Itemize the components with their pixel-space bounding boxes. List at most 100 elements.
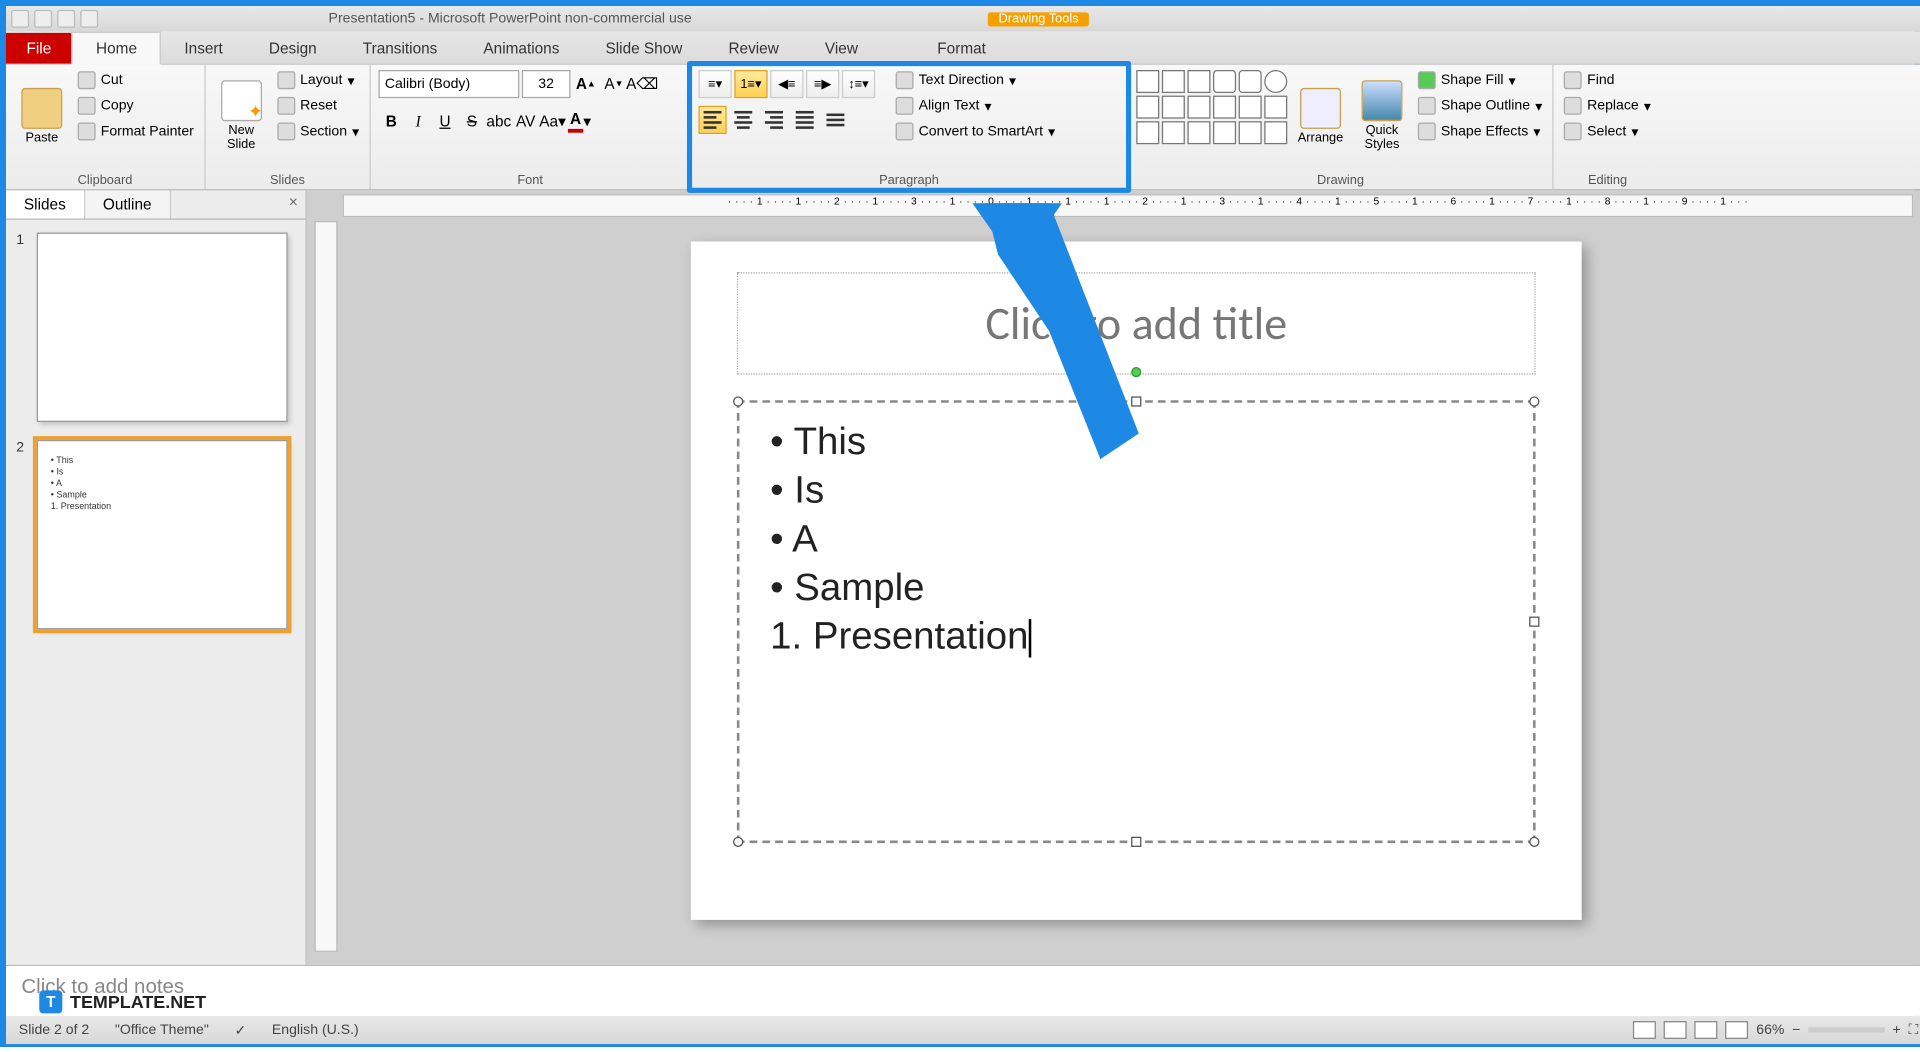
resize-handle[interactable]	[1529, 617, 1539, 627]
quick-styles-button[interactable]: Quick Styles	[1354, 70, 1410, 162]
text-direction-button[interactable]: Text Direction ▾	[893, 70, 1058, 90]
reading-view-button[interactable]	[1695, 1021, 1718, 1039]
animations-tab[interactable]: Animations	[460, 33, 582, 64]
format-painter-icon	[78, 122, 96, 140]
underline-button[interactable]: U	[432, 108, 458, 134]
slide-thumbnails: 1 2 • This • Is • A • Sample 1. Presenta…	[6, 220, 306, 660]
italic-button[interactable]: I	[405, 108, 431, 134]
line-spacing-button[interactable]: ↕≡▾	[842, 70, 875, 98]
reset-button[interactable]: Reset	[274, 96, 361, 116]
paragraph-group-label: Paragraph	[698, 171, 1119, 188]
notes-pane[interactable]: Click to add notes	[6, 965, 1920, 1016]
slide-editor[interactable]: ····1····1····2····1····3····1····0····1…	[307, 190, 1920, 964]
columns-button[interactable]	[821, 106, 849, 134]
insert-tab[interactable]: Insert	[161, 33, 246, 64]
thumb-row-1[interactable]: 1	[16, 233, 295, 422]
align-left-button[interactable]	[698, 106, 726, 134]
numbering-button[interactable]: 1≡▾	[734, 70, 767, 98]
outline-tab[interactable]: Outline	[85, 190, 171, 218]
zoom-out-button[interactable]: −	[1792, 1022, 1800, 1037]
resize-handle[interactable]	[1131, 837, 1141, 847]
slide-canvas[interactable]: Click to add title This Is A Sample Pres…	[691, 242, 1582, 920]
align-text-button[interactable]: Align Text ▾	[893, 96, 1058, 116]
section-button[interactable]: Section ▾	[274, 121, 361, 141]
view-tab[interactable]: View	[802, 33, 881, 64]
rotation-handle[interactable]	[1131, 367, 1141, 377]
slide-thumb-1[interactable]	[37, 233, 288, 422]
slideshow-view-button[interactable]	[1726, 1021, 1749, 1039]
fit-button[interactable]: ⛶	[1908, 1022, 1918, 1039]
shadow-button[interactable]: abc	[486, 108, 512, 134]
save-icon[interactable]	[34, 10, 52, 28]
align-right-button[interactable]	[760, 106, 788, 134]
bullet-item[interactable]: This	[770, 421, 1502, 465]
undo-icon[interactable]	[57, 10, 75, 28]
format-painter-button[interactable]: Format Painter	[75, 121, 196, 141]
sorter-view-button[interactable]	[1664, 1021, 1687, 1039]
content-placeholder[interactable]: This Is A Sample Presentation	[737, 400, 1536, 843]
align-center-button[interactable]	[729, 106, 757, 134]
char-spacing-button[interactable]: AV	[513, 108, 539, 134]
slideshow-tab[interactable]: Slide Show	[582, 33, 705, 64]
layout-button[interactable]: Layout ▾	[274, 70, 361, 90]
cut-button[interactable]: Cut	[75, 70, 196, 90]
resize-handle[interactable]	[1529, 837, 1539, 847]
slides-tab[interactable]: Slides	[6, 190, 85, 218]
font-name-select[interactable]	[378, 70, 519, 98]
shape-outline-button[interactable]: Shape Outline ▾	[1415, 96, 1545, 116]
numbered-item[interactable]: Presentation	[770, 615, 1502, 659]
align-justify-button[interactable]	[791, 106, 819, 134]
new-slide-button[interactable]: ✦ New Slide	[213, 70, 269, 162]
body-area: Slides Outline × 1 2 • This • Is • A • S…	[6, 190, 1920, 964]
format-tab[interactable]: Format	[914, 33, 1009, 64]
grow-font-button[interactable]: A▲	[573, 71, 599, 97]
title-placeholder[interactable]: Click to add title	[737, 272, 1536, 374]
shrink-font-button[interactable]: A▼	[601, 71, 627, 97]
shape-fill-button[interactable]: Shape Fill ▾	[1415, 70, 1545, 90]
thumb-row-2[interactable]: 2 • This • Is • A • Sample 1. Presentati…	[16, 440, 295, 629]
shape-outline-icon	[1418, 97, 1436, 115]
slide-thumb-2[interactable]: • This • Is • A • Sample 1. Presentation	[37, 440, 288, 629]
arrange-button[interactable]: Arrange	[1292, 70, 1348, 162]
shape-effects-button[interactable]: Shape Effects ▾	[1415, 121, 1545, 141]
language-label[interactable]: English (U.S.)	[267, 1022, 364, 1037]
normal-view-button[interactable]	[1633, 1021, 1656, 1039]
slides-panel-tabs: Slides Outline ×	[6, 190, 306, 219]
resize-handle[interactable]	[1529, 396, 1539, 406]
bullet-item[interactable]: Sample	[770, 567, 1502, 611]
theme-name: "Office Theme"	[110, 1022, 214, 1037]
bullet-item[interactable]: Is	[770, 469, 1502, 513]
zoom-in-button[interactable]: +	[1893, 1022, 1901, 1037]
replace-button[interactable]: Replace ▾	[1562, 96, 1654, 116]
window-title: Presentation5 - Microsoft PowerPoint non…	[329, 11, 692, 26]
paste-button[interactable]: Paste	[14, 70, 70, 162]
spellcheck-icon[interactable]: ✓	[229, 1022, 251, 1039]
resize-handle[interactable]	[1131, 396, 1141, 406]
close-panel-button[interactable]: ×	[281, 190, 305, 218]
home-tab[interactable]: Home	[72, 32, 162, 65]
font-group: A▲ A▼ A⌫ B I U S abc AV Aa▾ A▾ Font	[371, 65, 691, 189]
design-tab[interactable]: Design	[246, 33, 340, 64]
shapes-gallery[interactable]	[1136, 70, 1287, 144]
find-button[interactable]: Find	[1562, 70, 1654, 90]
copy-button[interactable]: Copy	[75, 96, 196, 116]
bullet-item[interactable]: A	[770, 518, 1502, 562]
review-tab[interactable]: Review	[705, 33, 801, 64]
change-case-button[interactable]: Aa▾	[540, 108, 566, 134]
clear-formatting-button[interactable]: A⌫	[629, 71, 655, 97]
strike-button[interactable]: S	[459, 108, 485, 134]
select-button[interactable]: Select ▾	[1562, 121, 1654, 141]
font-size-select[interactable]	[522, 70, 571, 98]
redo-icon[interactable]	[80, 10, 98, 28]
file-tab[interactable]: File	[6, 33, 72, 64]
transitions-tab[interactable]: Transitions	[340, 33, 461, 64]
convert-smartart-button[interactable]: Convert to SmartArt ▾	[893, 121, 1058, 141]
zoom-slider[interactable]	[1808, 1027, 1885, 1032]
increase-indent-button[interactable]: ≡▶	[806, 70, 839, 98]
decrease-indent-button[interactable]: ◀≡	[770, 70, 803, 98]
bold-button[interactable]: B	[378, 108, 404, 134]
bullets-button[interactable]: ≡▾	[698, 70, 731, 98]
font-color-button[interactable]: A▾	[567, 108, 593, 134]
resize-handle[interactable]	[733, 396, 743, 406]
resize-handle[interactable]	[733, 837, 743, 847]
